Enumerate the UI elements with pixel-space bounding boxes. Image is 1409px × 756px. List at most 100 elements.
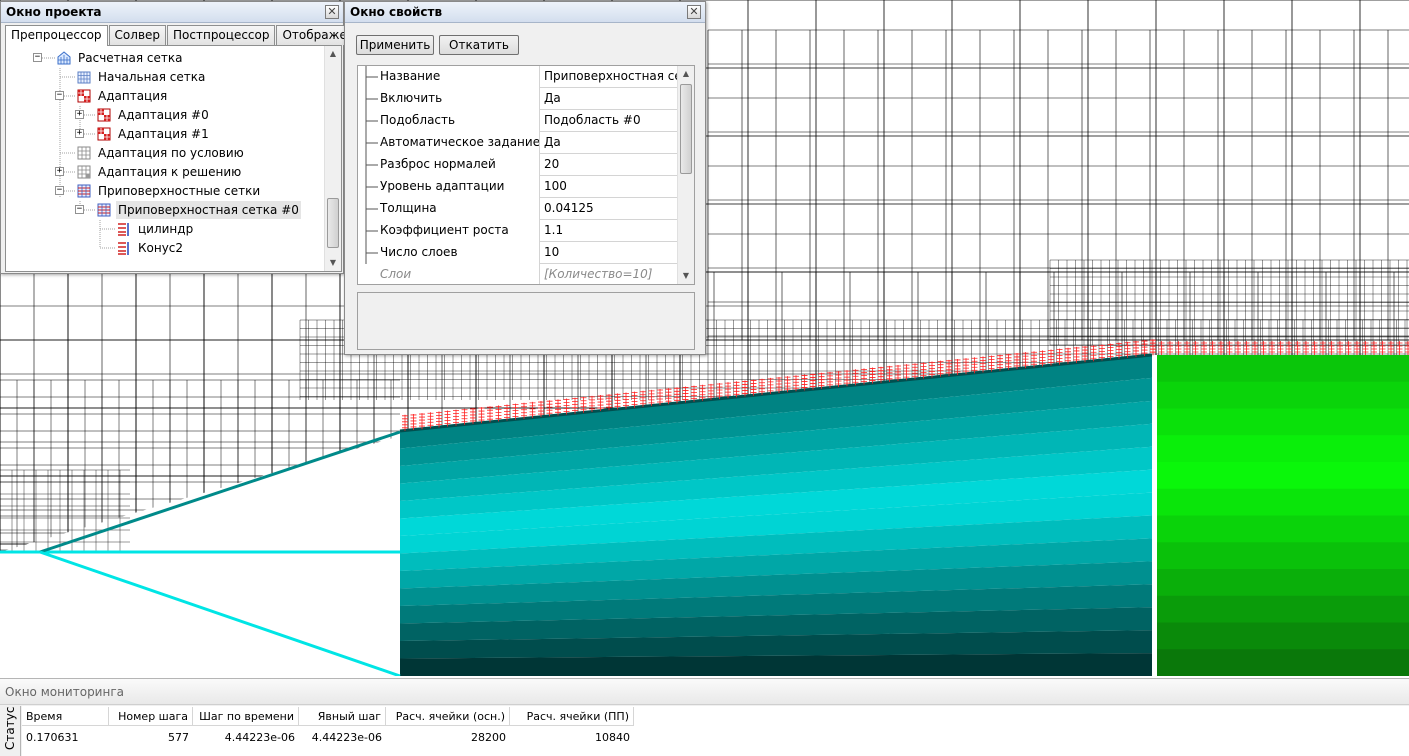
column-header[interactable]: Номер шага bbox=[109, 707, 193, 726]
project-tabs: Препроцессор Солвер Постпроцессор Отобра… bbox=[5, 25, 376, 46]
cylinder-band bbox=[1156, 649, 1409, 676]
cylinder-band bbox=[1156, 542, 1409, 570]
property-value[interactable]: 0.04125 bbox=[541, 198, 678, 220]
tree-item-label: Конус2 bbox=[138, 241, 184, 255]
property-name: Название bbox=[358, 66, 540, 88]
apply-button[interactable]: Применить bbox=[356, 35, 434, 55]
close-icon[interactable]: ✕ bbox=[325, 5, 339, 19]
property-name: Автоматическое задание то bbox=[358, 132, 540, 154]
tree-expand-toggle[interactable]: + bbox=[55, 167, 64, 176]
tree-item-solution-adaptation[interactable]: Адаптация к решению bbox=[76, 163, 243, 181]
tree-expand-toggle[interactable]: + bbox=[75, 110, 84, 119]
tree-expand-toggle[interactable]: + bbox=[75, 129, 84, 138]
property-value[interactable]: 100 bbox=[541, 176, 678, 198]
scroll-up-icon[interactable]: ▲ bbox=[678, 66, 694, 82]
tree-item-label: Адаптация к решению bbox=[98, 165, 242, 179]
tab-solver[interactable]: Солвер bbox=[108, 25, 167, 45]
property-row-group[interactable]: − Слои [Количество=10] bbox=[358, 264, 678, 284]
cone-cylinder-gap bbox=[1152, 355, 1157, 676]
cylinder-band bbox=[1156, 408, 1409, 436]
status-tab[interactable]: Статус bbox=[0, 706, 21, 756]
tree-item-label: Начальная сетка bbox=[98, 70, 206, 84]
surface-layer-icon bbox=[118, 223, 129, 236]
monitoring-table[interactable]: Время Номер шага Шаг по времени Явный ша… bbox=[22, 706, 1409, 756]
tree-item-label: Расчетная сетка bbox=[78, 51, 183, 65]
tree-item-label: Адаптация #1 bbox=[118, 127, 209, 141]
scroll-up-icon[interactable]: ▲ bbox=[325, 46, 341, 62]
property-row[interactable]: Разброс нормалей 20 bbox=[358, 154, 678, 176]
initial-mesh-icon bbox=[77, 71, 91, 84]
tab-preprocessor[interactable]: Препроцессор bbox=[5, 25, 108, 46]
tree-item-adaptation-0[interactable]: Адаптация #0 bbox=[96, 106, 211, 124]
column-header[interactable]: Расч. ячейки (ПП) bbox=[510, 707, 634, 726]
property-name: Подобласть bbox=[358, 110, 540, 132]
tree-collapse-toggle[interactable]: − bbox=[55, 91, 64, 100]
property-value[interactable]: 20 bbox=[541, 154, 678, 176]
properties-window-titlebar[interactable]: Окно свойств ✕ bbox=[345, 2, 705, 23]
scroll-down-icon[interactable]: ▼ bbox=[678, 268, 694, 284]
tree-item-label: цилиндр bbox=[138, 222, 194, 236]
property-value[interactable]: Подобласть #0 bbox=[541, 110, 678, 132]
cylinder-band bbox=[1156, 488, 1409, 516]
table-cell-step: 577 bbox=[168, 731, 189, 744]
tree-item-computational-mesh[interactable]: Расчетная сетка bbox=[56, 49, 184, 67]
column-header[interactable]: Шаг по времени bbox=[193, 707, 299, 726]
cylinder-band bbox=[1156, 515, 1409, 543]
tree-item-label: Приповерхностная сетка #0 bbox=[116, 201, 301, 219]
adaptation-icon bbox=[97, 127, 111, 141]
property-row[interactable]: Подобласть Подобласть #0 bbox=[358, 110, 678, 132]
tree-collapse-toggle[interactable]: − bbox=[33, 53, 42, 62]
property-grid-scrollbar[interactable]: ▲ ▼ bbox=[677, 66, 694, 284]
property-value[interactable]: Да bbox=[541, 132, 678, 154]
property-description-panel bbox=[357, 292, 695, 350]
mesh-grid bbox=[1049, 259, 1409, 346]
condition-adaptation-icon bbox=[77, 146, 91, 160]
property-row[interactable]: Автоматическое задание тоДа bbox=[358, 132, 678, 154]
property-value[interactable]: [Количество=10] bbox=[541, 264, 678, 284]
tree-collapse-toggle[interactable]: − bbox=[55, 186, 64, 195]
monitoring-window-title[interactable]: Окно мониторинга bbox=[0, 679, 1409, 705]
cylinder-band bbox=[1156, 381, 1409, 409]
property-row[interactable]: Название Приповерхностная сет bbox=[358, 66, 678, 88]
tree-item-surface-meshes[interactable]: Приповерхностные сетки bbox=[76, 182, 262, 200]
property-name: Уровень адаптации bbox=[358, 176, 540, 198]
cylinder-band bbox=[1156, 462, 1409, 490]
tree-item-initial-mesh[interactable]: Начальная сетка bbox=[76, 68, 207, 86]
property-row[interactable]: Толщина 0.04125 bbox=[358, 198, 678, 220]
tab-postprocessor[interactable]: Постпроцессор bbox=[167, 25, 276, 45]
property-value[interactable]: 1.1 bbox=[541, 220, 678, 242]
scroll-down-icon[interactable]: ▼ bbox=[325, 255, 341, 271]
property-grid[interactable]: Название Приповерхностная сет Включить Да … bbox=[357, 65, 695, 285]
project-window-titlebar[interactable]: Окно проекта ✕ bbox=[1, 2, 343, 23]
property-row[interactable]: Уровень адаптации 100 bbox=[358, 176, 678, 198]
scroll-thumb[interactable] bbox=[327, 198, 339, 248]
column-header[interactable]: Время bbox=[22, 707, 109, 726]
close-icon[interactable]: ✕ bbox=[687, 5, 701, 19]
property-row[interactable]: Включить Да bbox=[358, 88, 678, 110]
property-name: Число слоев bbox=[358, 242, 540, 264]
scroll-thumb[interactable] bbox=[680, 84, 692, 174]
tree-item-condition-adaptation[interactable]: Адаптация по условию bbox=[76, 144, 246, 162]
property-value[interactable]: Да bbox=[541, 88, 678, 110]
surface-layer-icon bbox=[118, 242, 129, 255]
tree-item-surface-mesh-0[interactable]: Приповерхностная сетка #0 bbox=[96, 201, 301, 219]
column-header[interactable]: Расч. ячейки (осн.) bbox=[386, 707, 510, 726]
column-header[interactable]: Явный шаг bbox=[299, 707, 386, 726]
table-cell-time: 0.170631 bbox=[26, 731, 79, 744]
property-value[interactable]: 10 bbox=[541, 242, 678, 264]
project-tree[interactable]: − Расчетная сетка Начальная сетка − Адап… bbox=[5, 45, 342, 272]
tree-item-cylinder[interactable]: цилиндр bbox=[116, 220, 195, 238]
property-value[interactable]: Приповерхностная сет bbox=[541, 66, 678, 88]
tree-item-adaptation-1[interactable]: Адаптация #1 bbox=[96, 125, 211, 143]
property-row[interactable]: Число слоев 10 bbox=[358, 242, 678, 264]
tree-collapse-toggle[interactable]: − bbox=[75, 205, 84, 214]
tree-scrollbar[interactable]: ▲ ▼ bbox=[324, 46, 341, 271]
tree-item-adaptation[interactable]: Адаптация bbox=[76, 87, 169, 105]
cylinder-band bbox=[1156, 569, 1409, 597]
property-name: Разброс нормалей bbox=[358, 154, 540, 176]
tree-item-cone2[interactable]: Конус2 bbox=[116, 239, 185, 257]
rollback-button[interactable]: Откатить bbox=[439, 35, 519, 55]
project-window: Окно проекта ✕ Препроцессор Солвер Постп… bbox=[0, 1, 376, 274]
property-row[interactable]: Коэффициент роста 1.1 bbox=[358, 220, 678, 242]
table-cell-time-step: 4.44223e-06 bbox=[224, 731, 295, 744]
